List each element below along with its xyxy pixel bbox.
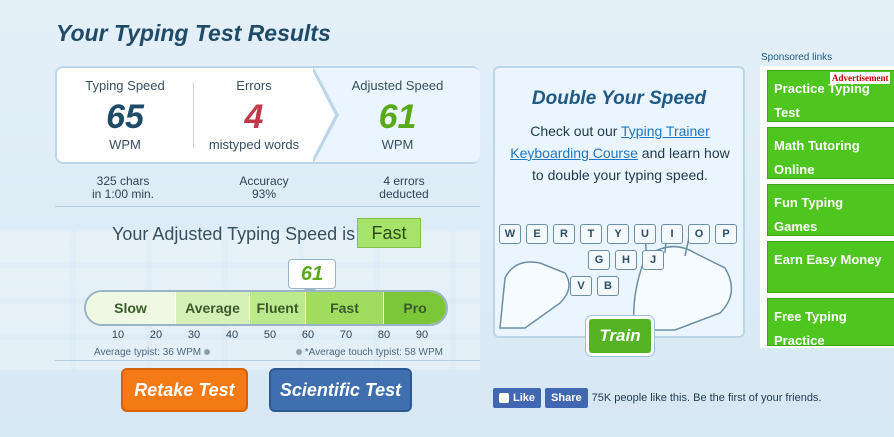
key-w: W — [499, 224, 521, 244]
errors-value: 4 — [244, 98, 264, 136]
sponsored-label: Sponsored links — [761, 52, 833, 63]
errors-stat: Errors 4 mistyped words — [194, 68, 314, 162]
segment-fast: Fast — [306, 292, 384, 324]
adjusted-speed-value: 61 — [378, 98, 417, 136]
deduction-detail: 4 errors deducted — [351, 175, 457, 201]
typing-speed-value: 65 — [106, 98, 144, 136]
touch-typist-text: *Average touch typist: 58 WPM — [304, 347, 443, 358]
key-v: V — [570, 276, 592, 296]
deducted-label: deducted — [379, 187, 429, 201]
key-j: J — [642, 250, 664, 270]
scientific-test-button[interactable]: Scientific Test — [269, 368, 412, 412]
adjusted-speed-stat: Adjusted Speed 61 WPM — [315, 68, 480, 162]
key-h: H — [615, 250, 637, 270]
time-taken: in 1:00 min. — [91, 187, 155, 201]
touch-marker-icon — [296, 349, 302, 356]
facebook-like-button[interactable]: Like — [493, 388, 542, 408]
speed-scale-bar: Slow Average Fluent Fast Pro — [84, 290, 448, 326]
errors-unit: mistyped words — [208, 137, 300, 152]
thumbs-up-icon — [499, 393, 509, 403]
page-title: Your Typing Test Results — [56, 20, 331, 46]
key-p: P — [715, 224, 737, 244]
speed-pointer: 61 — [288, 259, 336, 289]
social-bar: Like Share 75K people like this. Be the … — [493, 388, 822, 408]
segment-fluent: Fluent — [250, 292, 306, 324]
key-u: U — [634, 224, 656, 244]
key-b: B — [597, 276, 619, 296]
accuracy-value: 93% — [251, 187, 277, 201]
accuracy-detail: Accuracy 93% — [211, 175, 317, 201]
average-typist-note: Average typist: 36 WPM — [94, 347, 210, 358]
segment-pro: Pro — [384, 292, 446, 324]
ad-link-math-tutoring[interactable]: Math Tutoring Online — [767, 127, 894, 179]
advertisement-badge: Advertisement — [830, 72, 891, 84]
typing-speed-detail: 325 chars in 1:00 min. — [70, 175, 176, 201]
key-i: I — [661, 224, 683, 244]
typing-speed-unit: WPM — [109, 137, 141, 152]
sponsored-links-panel: Practice Typing Test Math Tutoring Onlin… — [760, 66, 894, 348]
ad-link-free-typing-practice[interactable]: Free Typing Practice — [767, 298, 894, 346]
tick-label: 20 — [149, 329, 163, 341]
rating-text: Your Adjusted Typing Speed is — [112, 224, 356, 244]
retake-test-button[interactable]: Retake Test — [121, 368, 248, 412]
typing-speed-label: Typing Speed — [85, 78, 165, 93]
tick-label: 70 — [339, 329, 353, 341]
facebook-share-button[interactable]: Share — [545, 388, 588, 408]
tick-label: 60 — [301, 329, 315, 341]
tick-label: 30 — [187, 329, 201, 341]
touch-typist-note: *Average touch typist: 58 WPM — [296, 347, 443, 358]
errors-label: Errors — [236, 78, 272, 93]
segment-slow: Slow — [86, 292, 176, 324]
key-y: Y — [607, 224, 629, 244]
segment-average: Average — [176, 292, 250, 324]
tick-label: 80 — [377, 329, 391, 341]
rating-badge: Fast — [357, 218, 421, 248]
stats-card: Adjusted Speed 61 WPM Typing Speed 65 WP… — [55, 66, 480, 164]
key-o: O — [688, 224, 710, 244]
typing-speed-stat: Typing Speed 65 WPM — [57, 68, 193, 162]
like-label: Like — [513, 392, 536, 404]
adjusted-speed-label: Adjusted Speed — [351, 78, 444, 93]
like-count-text: 75K people like this. Be the first of yo… — [591, 392, 822, 404]
adjusted-speed-unit: WPM — [381, 137, 414, 152]
ad-link-earn-easy-money[interactable]: Earn Easy Money — [767, 241, 894, 293]
chevron-divider-inner — [311, 68, 335, 162]
promo-title: Double Your Speed — [531, 88, 707, 109]
average-typist-text: Average typist: 36 WPM — [94, 347, 202, 358]
key-e: E — [526, 224, 548, 244]
key-g: G — [588, 250, 610, 270]
tick-label: 50 — [263, 329, 277, 341]
key-t: T — [580, 224, 602, 244]
tick-label: 90 — [415, 329, 429, 341]
promo-panel: Double Your Speed Check out our Typing T… — [493, 66, 745, 338]
divider-line — [55, 360, 480, 361]
promo-text-before: Check out our — [530, 123, 622, 139]
tick-label: 10 — [111, 329, 125, 341]
promo-text: Check out our Typing Trainer Keyboarding… — [507, 120, 733, 186]
key-r: R — [553, 224, 575, 244]
divider-line — [55, 206, 480, 207]
ad-link-fun-typing-games[interactable]: Fun Typing Games — [767, 184, 894, 236]
tick-label: 40 — [225, 329, 239, 341]
train-button[interactable]: Train — [586, 316, 654, 356]
average-marker-icon — [203, 349, 210, 356]
